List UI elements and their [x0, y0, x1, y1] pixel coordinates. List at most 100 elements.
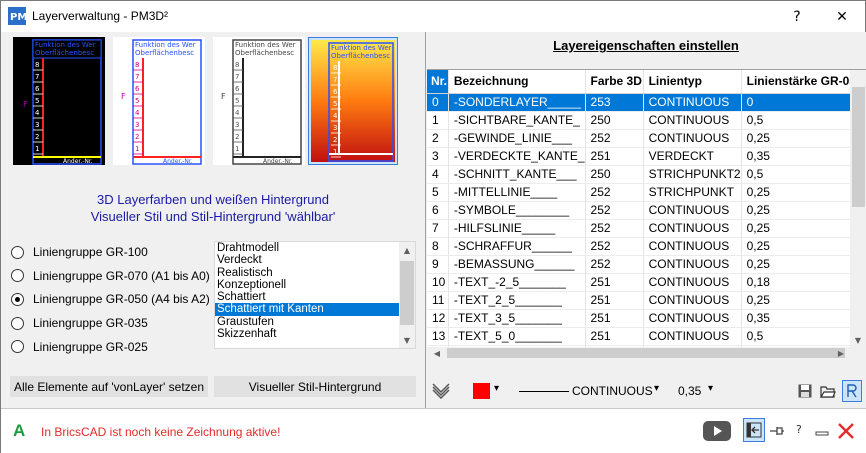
radio-button[interactable] — [11, 340, 24, 354]
close-window-button[interactable]: ✕ — [819, 1, 865, 32]
table-cell[interactable]: 9 — [427, 255, 449, 274]
table-cell[interactable]: 0,5 — [741, 111, 866, 130]
table-cell[interactable]: CONTINUOUS — [643, 111, 742, 130]
table-cell[interactable]: 0,25 — [741, 291, 866, 310]
table-cell[interactable]: 250 — [585, 165, 644, 184]
table-cell[interactable]: 7 — [427, 219, 449, 238]
close-red-icon[interactable] — [836, 421, 856, 441]
scroll-thumb[interactable] — [400, 261, 414, 325]
status-help-icon[interactable]: ? — [796, 423, 802, 436]
table-cell[interactable]: 252 — [585, 129, 644, 148]
line-group-option[interactable]: Liniengruppe GR-100 — [11, 242, 211, 262]
preview-black-background[interactable]: Funktion des Wer Oberflächenbesc 8 7 6 5 4 3 2… — [13, 37, 105, 165]
column-header[interactable]: Farbe 3D — [585, 70, 644, 94]
table-cell[interactable]: 251 — [585, 309, 644, 328]
table-cell[interactable]: -BEMASSUNG______ — [448, 255, 586, 274]
table-cell[interactable]: 13 — [427, 327, 449, 346]
visual-style-item[interactable]: Verdeckt — [215, 254, 415, 266]
table-cell[interactable]: CONTINUOUS — [643, 327, 742, 346]
preview-white-gray[interactable]: Funktion des Wer Oberflächenbesc 8 7 6 5 4 3 2… — [213, 37, 305, 165]
table-row[interactable]: 6 -SYMBOLE________ 252 CONTINUOUS 0,25 — [427, 201, 866, 220]
table-cell[interactable]: 5 — [427, 183, 449, 202]
table-cell[interactable]: 8 — [427, 237, 449, 256]
table-cell[interactable]: 3 — [427, 147, 449, 166]
set-by-layer-button[interactable]: Alle Elemente auf 'vonLayer' setzen — [10, 376, 208, 397]
table-cell[interactable]: 251 — [585, 273, 644, 292]
table-cell[interactable]: 6 — [427, 201, 449, 220]
table-cell[interactable]: 1 — [427, 111, 449, 130]
table-cell[interactable]: STRICHPUNKT2 — [643, 165, 742, 184]
table-cell[interactable]: -SCHNITT_KANTE___ — [448, 165, 586, 184]
table-cell[interactable]: CONTINUOUS — [643, 93, 742, 112]
visual-style-item[interactable]: Drahtmodell — [215, 242, 415, 254]
column-header[interactable]: Linienstärke GR-05... — [741, 70, 866, 94]
table-cell[interactable]: 11 — [427, 291, 449, 310]
visual-background-button[interactable]: Visueller Stil-Hintergrund — [214, 376, 416, 397]
column-header[interactable]: Bezeichnung — [448, 70, 586, 94]
table-cell[interactable]: 0,25 — [741, 129, 866, 148]
linetype-dropdown-icon[interactable]: ▾ — [654, 383, 659, 394]
color-swatch[interactable] — [473, 383, 490, 399]
column-header[interactable]: Nr. — [427, 70, 449, 94]
table-cell[interactable]: CONTINUOUS — [643, 129, 742, 148]
table-cell[interactable]: 0,18 — [741, 273, 866, 292]
pin-icon[interactable] — [769, 425, 785, 437]
table-row[interactable]: 2 -GEWINDE_LINIE___ 252 CONTINUOUS 0,25 — [427, 129, 866, 148]
table-cell[interactable]: -TEXT_5_0_______ — [448, 327, 586, 346]
preview-white-color[interactable]: Funktion des Wer Oberflächenbesc 8 7 6 5 4 3 2… — [113, 37, 205, 165]
grid-scroll-right-icon[interactable]: ▶ — [833, 345, 849, 359]
table-cell[interactable]: 252 — [585, 255, 644, 274]
table-cell[interactable]: 250 — [585, 111, 644, 130]
visual-style-item[interactable]: Konzeptionell — [215, 279, 415, 291]
table-cell[interactable]: CONTINUOUS — [643, 255, 742, 274]
table-cell[interactable]: -SONDERLAYER_____ — [448, 93, 586, 112]
radio-button[interactable] — [11, 269, 24, 283]
table-cell[interactable]: 0,5 — [741, 327, 866, 346]
table-row[interactable]: 3 -VERDECKTE_KANTE_ 251 VERDECKT 0,35 — [427, 147, 866, 166]
table-row[interactable]: 11 -TEXT_2_5_______ 251 CONTINUOUS 0,25 — [427, 291, 866, 310]
line-group-option[interactable]: Liniengruppe GR-025 — [11, 337, 211, 357]
table-cell[interactable]: 252 — [585, 201, 644, 220]
video-play-icon[interactable] — [703, 421, 731, 441]
table-row[interactable]: 10 -TEXT_-2_5_______ 251 CONTINUOUS 0,18 — [427, 273, 866, 292]
table-cell[interactable]: -HILFSLINIE_____ — [448, 219, 586, 238]
table-cell[interactable]: STRICHPUNKT — [643, 183, 742, 202]
table-cell[interactable]: 252 — [585, 183, 644, 202]
visual-style-item[interactable]: Schattiert — [215, 291, 415, 303]
layers-icon[interactable] — [432, 383, 450, 399]
table-cell[interactable]: -TEXT_-2_5_______ — [448, 273, 586, 292]
table-cell[interactable]: 251 — [585, 327, 644, 346]
open-folder-icon[interactable] — [820, 383, 836, 399]
table-cell[interactable]: CONTINUOUS — [643, 309, 742, 328]
save-icon[interactable] — [798, 384, 812, 398]
line-group-option[interactable]: Liniengruppe GR-035 — [11, 313, 211, 333]
table-cell[interactable]: 0,35 — [741, 147, 866, 166]
minimize-icon[interactable] — [815, 429, 829, 437]
table-row[interactable]: 5 -MITTELLINIE____ 252 STRICHPUNKT 0,25 — [427, 183, 866, 202]
table-cell[interactable]: -VERDECKTE_KANTE_ — [448, 147, 586, 166]
color-dropdown-icon[interactable]: ▾ — [494, 383, 499, 394]
visual-style-item[interactable]: Skizzenhaft — [215, 328, 415, 340]
grid-scroll-thumb[interactable] — [852, 87, 865, 207]
table-cell[interactable]: 0,25 — [741, 183, 866, 202]
lineweight-dropdown-icon[interactable]: ▾ — [708, 383, 713, 394]
table-row[interactable]: 7 -HILFSLINIE_____ 252 CONTINUOUS 0,25 — [427, 219, 866, 238]
table-row[interactable]: 13 -TEXT_5_0_______ 251 CONTINUOUS 0,5 — [427, 327, 866, 346]
table-cell[interactable]: 2 — [427, 129, 449, 148]
table-cell[interactable]: 251 — [585, 291, 644, 310]
table-row[interactable]: 9 -BEMASSUNG______ 252 CONTINUOUS 0,25 — [427, 255, 866, 274]
table-cell[interactable]: -MITTELLINIE____ — [448, 183, 586, 202]
table-cell[interactable]: 0 — [427, 93, 449, 112]
table-cell[interactable]: 12 — [427, 309, 449, 328]
style-list-scrollbar[interactable]: ▲ ▼ — [399, 242, 415, 348]
scroll-down-icon[interactable]: ▼ — [399, 332, 415, 348]
line-group-option[interactable]: Liniengruppe GR-070 (A1 bis A0) — [11, 266, 211, 286]
dock-left-button[interactable] — [743, 418, 765, 442]
table-cell[interactable]: -SYMBOLE________ — [448, 201, 586, 220]
table-cell[interactable]: CONTINUOUS — [643, 291, 742, 310]
table-cell[interactable]: CONTINUOUS — [643, 237, 742, 256]
table-row[interactable]: 4 -SCHNITT_KANTE___ 250 STRICHPUNKT2 0,5 — [427, 165, 866, 184]
table-cell[interactable]: VERDECKT — [643, 147, 742, 166]
radio-button[interactable] — [11, 245, 24, 259]
layer-grid[interactable]: Nr. Bezeichnung Farbe 3D Linientyp Linienstä… — [427, 69, 866, 359]
